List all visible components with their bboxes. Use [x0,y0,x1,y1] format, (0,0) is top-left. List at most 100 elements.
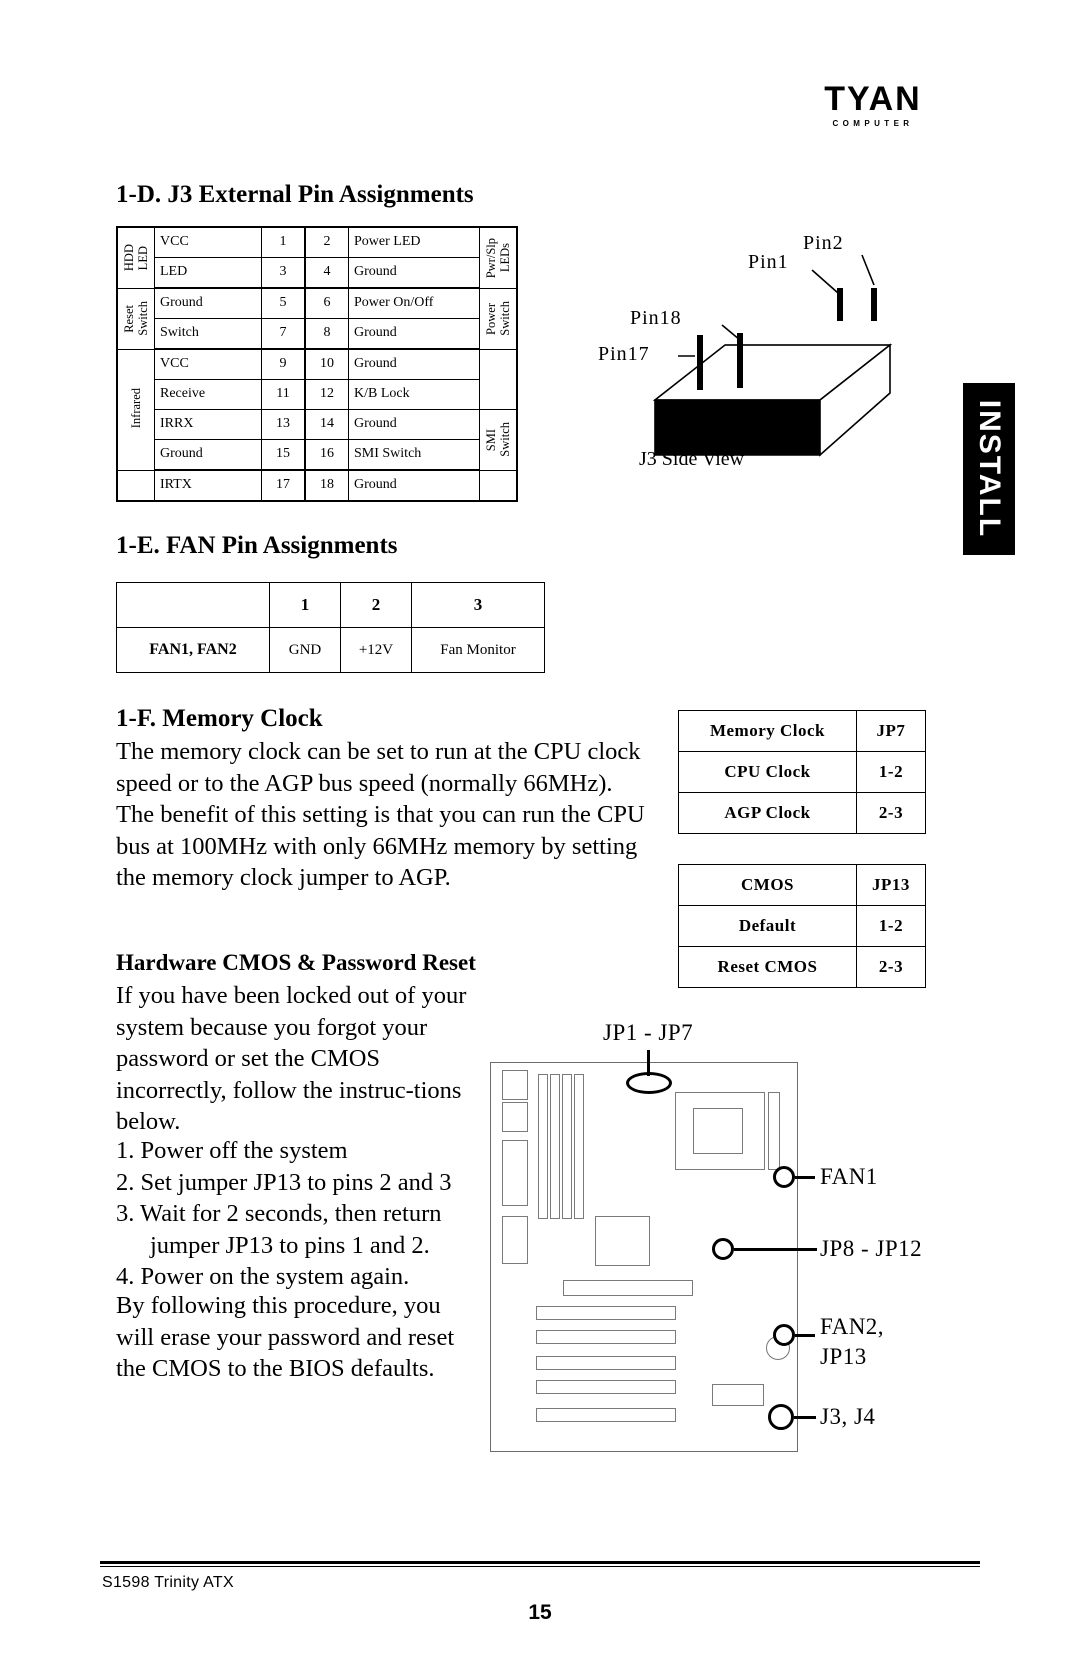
j3-pin-right: 18 [304,469,349,502]
ide-connector [712,1384,764,1406]
agp-slot [563,1280,693,1296]
j3-signal-name: Switch [154,318,262,350]
table-row: Infrared VCC 9 10 Ground [116,348,518,471]
table-header-row: CMOS JP13 [678,864,926,906]
list-item: 1. Power off the system [116,1137,348,1164]
dimm-slot-1 [538,1074,548,1219]
j3-function: K/B Lock [348,379,480,410]
cmos-reset-steps: 1. Power off the system 2. Set jumper JP… [116,1135,486,1293]
cpu-socket-lever [768,1092,780,1170]
io-port-block-3 [502,1140,528,1206]
cmos-header-jumper: JP13 [856,864,926,906]
table-header-row: 1 2 3 [116,582,545,628]
install-section-tab-label: INSTALL [973,399,1006,539]
io-port-block-4 [502,1216,528,1264]
memory-clock-header-label: Memory Clock [678,710,857,752]
cpu-die [693,1108,743,1154]
j3-label-pin17: Pin17 [598,343,650,365]
j3-signal-name: VCC [154,226,262,258]
io-port-block-2 [502,1102,528,1132]
cmos-option-default-pins: 1-2 [856,905,926,947]
page-number: 15 [528,1601,552,1624]
j3-pin-left: 5 [261,287,306,319]
j3-pin-right: 4 [304,257,349,289]
dimm-slot-4 [574,1074,584,1219]
j3-signal-name: Ground [154,287,262,319]
j3-right-group-blank-1 [479,348,518,410]
j3-pin-right: 14 [304,409,349,440]
list-item: 3. Wait for 2 seconds, then return jumpe… [116,1200,442,1259]
fan2-jp13-label-line1: FAN2, [820,1314,885,1339]
jp1-jp7-label: JP1 - JP7 [603,1020,694,1045]
j3-side-view-caption: J3 Side View [639,448,745,470]
j3-left-group-blank-2 [116,469,155,502]
table-row: FAN1, FAN2 GND +12V Fan Monitor [116,627,545,673]
cmos-reset-closing: By following this procedure, you will er… [116,1292,455,1382]
memory-clock-option-agp-pins: 2-3 [856,792,926,834]
table-row: Switch 7 8 Ground [117,318,517,350]
jp8-jp12-label: JP8 - JP12 [820,1236,923,1261]
j3-label-pin1: Pin1 [748,251,789,273]
j3-function: Power LED [348,226,480,258]
j3-signal-name: IRTX [154,469,262,502]
j3-pin-right: 2 [304,226,349,258]
cmos-option-default: Default [678,905,857,947]
tyan-logo-subtext: COMPUTER [832,119,914,128]
memory-clock-header-jumper: JP7 [856,710,926,752]
fan-pin1-value: GND [269,627,341,673]
j3-signal-name: Ground [154,439,262,471]
tyan-logo-wordmark: TYAN [824,80,922,118]
table-row: Reset Switch Ground 5 6 Power On/Off Pow… [116,287,518,350]
j3-label-pin18: Pin18 [630,307,682,329]
chipset-chip [595,1216,650,1266]
pci-slot-2 [536,1330,676,1344]
io-port-block-1 [502,1070,528,1100]
table-row: AGP Clock 2-3 [678,792,926,834]
memory-clock-option-cpu-pins: 1-2 [856,751,926,793]
j3-j4-marker [768,1404,794,1430]
j3-signal-name: IRRX [154,409,262,440]
fan-row-label: FAN1, FAN2 [116,627,270,673]
j3-left-group-reset-switch: Reset Switch [116,287,155,350]
j3-function: Ground [348,318,480,350]
j3-signal-name: LED [154,257,262,289]
section-heading-fan: 1-E. FAN Pin Assignments [116,532,398,559]
memory-clock-option-agp: AGP Clock [678,792,857,834]
j3-pin-right: 8 [304,318,349,350]
j3-function: Ground [348,348,480,380]
table-row: IRRX 13 14 Ground SMI Switch [117,409,518,471]
footer-divider-thin [100,1566,980,1567]
j3-function: Ground [348,257,480,289]
j3-side-view-diagram: Pin17 Pin18 Pin1 Pin2 [598,225,930,480]
dimm-slot-2 [550,1074,560,1219]
fan-pin3-value: Fan Monitor [411,627,545,673]
j3-pin-left: 7 [261,318,306,350]
fan-pin-assignment-table: 1 2 3 FAN1, FAN2 GND +12V Fan Monitor [116,582,545,673]
fan-header-pin2: 2 [340,582,412,628]
j3-j4-label: J3, J4 [820,1404,876,1429]
dimm-slot-3 [562,1074,572,1219]
j3-signal-name: Receive [154,379,262,410]
j3-function: Power On/Off [348,287,480,319]
memory-clock-option-cpu: CPU Clock [678,751,857,793]
table-row: HDD LED VCC 1 2 Power LED Pwr/Slp LEDs [116,226,518,289]
table-row: Default 1-2 [678,905,926,947]
fan2-jp13-label-line2: JP13 [820,1344,867,1369]
table-header-row: Memory Clock JP7 [678,710,926,752]
fan1-label: FAN1 [820,1164,878,1189]
section-heading-j3: 1-D. J3 External Pin Assignments [116,181,474,208]
j3-right-group-smi-switch: SMI Switch [479,409,518,471]
fan-header-pin1: 1 [269,582,341,628]
jp1-jp7-leader [647,1050,650,1076]
footer-divider [100,1561,980,1564]
isa-slot-1 [536,1408,676,1422]
fan-header-pin3: 3 [411,582,545,628]
table-row: Receive 11 12 K/B Lock [117,379,517,410]
fan2-marker [773,1324,795,1346]
j3-j4-leader [794,1416,816,1419]
list-item: 2. Set jumper JP13 to pins 2 and 3 [116,1168,452,1196]
memory-clock-paragraph: The memory clock can be set to run at th… [116,738,645,891]
j3-pin-left: 13 [261,409,306,440]
fan-pin2-value: +12V [340,627,412,673]
cmos-header-label: CMOS [678,864,857,906]
